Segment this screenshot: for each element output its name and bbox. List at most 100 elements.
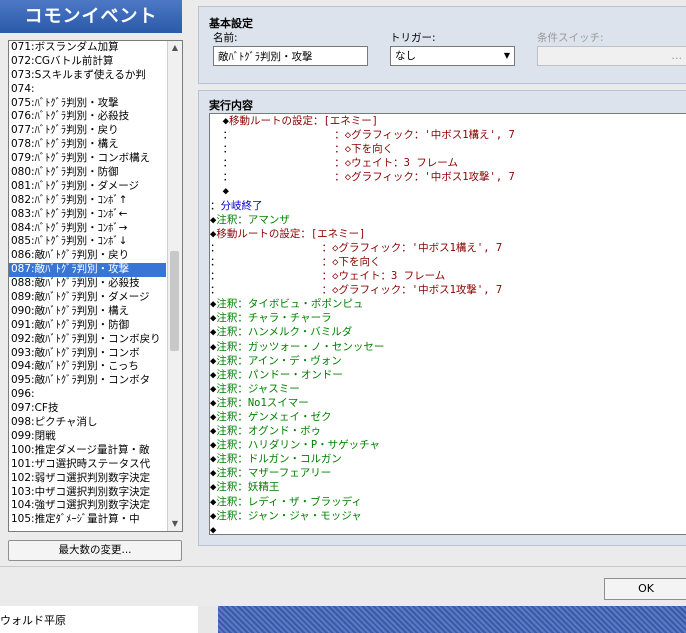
list-item[interactable]: 077:ﾊﾞﾄｸﾞﾗ判別・戻り	[9, 124, 166, 138]
command-line[interactable]: ◆注釈：ガッツォー・ノ・センッセー	[210, 340, 686, 354]
command-line[interactable]: ◆注釈：レディ・ザ・ブラッディ	[210, 495, 686, 509]
command-text: ：◇下を向く	[220, 255, 381, 268]
list-item[interactable]: 100:推定ダメージ量計算・敵	[9, 444, 166, 458]
list-item[interactable]: 088:敵ﾊﾞﾄｸﾞﾗ判別・必殺技	[9, 277, 166, 291]
list-item[interactable]: 087:敵ﾊﾞﾄｸﾞﾗ判別・攻撃	[9, 263, 166, 278]
command-line[interactable]: ◆移動ルートの設定：[エネミー]	[210, 227, 686, 241]
command-text: 注釈：ジャスミー	[216, 382, 300, 395]
command-text: 注釈：ゲンメェイ・ゼク	[216, 410, 332, 423]
command-line[interactable]: ◆注釈：ゲンメェイ・ゼク	[210, 410, 686, 424]
execution-title: 実行内容	[209, 99, 253, 112]
list-item[interactable]: 102:弱ザコ選択判別数字決定	[9, 472, 166, 486]
command-line[interactable]: ◆注釈：チャラ・チャーラ	[210, 311, 686, 325]
command-line[interactable]: ◆注釈：アマンザ	[210, 213, 686, 227]
list-item[interactable]: 091:敵ﾊﾞﾄｸﾞﾗ判別・防御	[9, 319, 166, 333]
list-item[interactable]: 101:ザコ選択時ステータス代	[9, 458, 166, 472]
list-item[interactable]: 076:ﾊﾞﾄｸﾞﾗ判別・必殺技	[9, 110, 166, 124]
list-item[interactable]: 104:強ザコ選択判別数字決定	[9, 499, 166, 513]
command-line[interactable]: ◆注釈：オグンド・ボゥ	[210, 424, 686, 438]
command-text: 注釈：ガッツォー・ノ・センッセー	[216, 340, 385, 353]
switch-button-label: ...	[671, 49, 683, 62]
list-item[interactable]: 081:ﾊﾞﾄｸﾞﾗ判別・ダメージ	[9, 180, 166, 194]
command-line[interactable]: ◆注釈：パンドー・オンドー	[210, 368, 686, 382]
command-line[interactable]: ： ：◇ウェイト：3 フレーム	[210, 156, 686, 170]
list-item[interactable]: 082:ﾊﾞﾄｸﾞﾗ判別・ｺﾝﾎﾞ↑	[9, 194, 166, 208]
command-line[interactable]: ◆注釈：ドルガン・コルガン	[210, 452, 686, 466]
command-line[interactable]: ◆	[210, 523, 686, 534]
command-line[interactable]: ◆注釈：妖精王	[210, 480, 686, 494]
trigger-value: なし	[395, 50, 416, 62]
command-line[interactable]: ： ：◇ウェイト：3 フレーム	[210, 269, 686, 283]
command-line[interactable]: ◆注釈：タイボビュ・ポポンピュ	[210, 297, 686, 311]
command-line[interactable]: ： ：◇グラフィック：'中ボス1構え', 7	[210, 128, 686, 142]
command-indent: ：	[210, 241, 221, 254]
command-line[interactable]: ◆注釈：マザーフェアリー	[210, 466, 686, 480]
chevron-down-icon[interactable]: ▼	[168, 517, 182, 531]
trigger-select[interactable]: なし ▼	[390, 46, 515, 66]
event-list-scrollbar[interactable]: ▲ ▼	[167, 41, 182, 531]
command-line[interactable]: ◆注釈：No1スイマー	[210, 396, 686, 410]
list-item[interactable]: 105:推定ﾀﾞﾒｰｼﾞ量計算・中	[9, 513, 166, 527]
event-list[interactable]: 071:ボスランダム加算 072:CGバトル前計算 073:Sスキルまず使えるか判 0…	[8, 40, 183, 532]
list-item[interactable]: 084:ﾊﾞﾄｸﾞﾗ判別・ｺﾝﾎﾞ→	[9, 222, 166, 236]
command-line[interactable]: ◆注釈：ジャン・ジャ・モッジャ	[210, 509, 686, 523]
command-indent	[210, 115, 223, 127]
command-text: 注釈：ハンメルク・バミルダ	[216, 326, 353, 339]
list-item[interactable]: 071:ボスランダム加算	[9, 41, 166, 55]
command-line[interactable]: ◆注釈：ジャスミー	[210, 382, 686, 396]
command-line[interactable]: ： ：◇下を向く	[210, 142, 686, 156]
command-indent: ：	[210, 255, 221, 268]
command-text: 注釈：パンドー・オンドー	[216, 368, 343, 381]
list-item[interactable]: 092:敵ﾊﾞﾄｸﾞﾗ判別・コンボ戻り	[9, 333, 166, 347]
list-item[interactable]: 090:敵ﾊﾞﾄｸﾞﾗ判別・構え	[9, 305, 166, 319]
max-count-button[interactable]: 最大数の変更...	[8, 540, 182, 561]
list-item[interactable]: 085:ﾊﾞﾄｸﾞﾗ判別・ｺﾝﾎﾞ↓	[9, 235, 166, 249]
list-item[interactable]: 078:ﾊﾞﾄｸﾞﾗ判別・構え	[9, 138, 166, 152]
list-item[interactable]: 089:敵ﾊﾞﾄｸﾞﾗ判別・ダメージ	[9, 291, 166, 305]
command-line[interactable]: ： ：◇下を向く	[210, 255, 686, 269]
map-canvas[interactable]	[218, 606, 686, 633]
list-item[interactable]: 073:Sスキルまず使えるか判	[9, 69, 166, 83]
command-text: ：◇下を向く	[233, 143, 394, 156]
command-line[interactable]: ◆注釈：ハリダリン・P・サゲッチャ	[210, 438, 686, 452]
command-line[interactable]: ◆注釈：アイン・デ・ヴォン	[210, 354, 686, 368]
command-text: 移動ルートの設定：[エネミー]	[216, 227, 366, 240]
basic-settings-title: 基本設定	[209, 17, 253, 30]
list-item[interactable]: 086:敵ﾊﾞﾄｸﾞﾗ判別・戻り	[9, 249, 166, 263]
list-item[interactable]: 075:ﾊﾞﾄｸﾞﾗ判別・攻撃	[9, 97, 166, 111]
command-text: ：◇ウェイト：3 フレーム	[233, 157, 458, 170]
event-editor: 基本設定 名前: 敵ﾊﾞﾄｸﾞﾗ判別・攻撃 トリガー: なし ▼ 条件スイッチ:…	[198, 6, 686, 546]
list-item[interactable]: 079:ﾊﾞﾄｸﾞﾗ判別・コンボ構え	[9, 152, 166, 166]
command-list[interactable]: ◆移動ルートの設定：[エネミー] ： ：◇グラフィック：'中ボス1構え', 7 …	[209, 113, 686, 535]
list-item[interactable]: 098:ピクチャ消し	[9, 416, 166, 430]
list-item[interactable]: 103:中ザコ選択判別数字決定	[9, 486, 166, 500]
command-line[interactable]: ：分岐終了	[210, 199, 686, 213]
command-line[interactable]: ： ：◇グラフィック：'中ボス1構え', 7	[210, 241, 686, 255]
list-item[interactable]: 074:	[9, 83, 166, 97]
command-text: 注釈：アマンザ	[216, 213, 290, 226]
command-text: 分岐終了	[220, 199, 263, 212]
chevron-up-icon[interactable]: ▲	[168, 41, 182, 55]
list-item[interactable]: 083:ﾊﾞﾄｸﾞﾗ判別・ｺﾝﾎﾞ←	[9, 208, 166, 222]
command-marker: ◆	[222, 185, 229, 198]
list-item[interactable]: 095:敵ﾊﾞﾄｸﾞﾗ判別・コンボタ	[9, 374, 166, 388]
list-item[interactable]: 094:敵ﾊﾞﾄｸﾞﾗ判別・こっち	[9, 360, 166, 374]
command-line[interactable]: ： ：◇グラフィック：'中ボス1攻撃', 7	[210, 283, 686, 297]
command-line[interactable]: ： ：◇グラフィック：'中ボス1攻撃', 7	[210, 170, 686, 184]
command-text: 注釈：チャラ・チャーラ	[216, 312, 332, 325]
command-line[interactable]: ◆	[210, 184, 686, 198]
list-item[interactable]: 072:CGバトル前計算	[9, 55, 166, 69]
command-line[interactable]: ◆注釈：ハンメルク・バミルダ	[210, 325, 686, 339]
list-item[interactable]: 097:CF技	[9, 402, 166, 416]
scroll-thumb[interactable]	[170, 251, 179, 351]
list-item[interactable]: 099:閉戦	[9, 430, 166, 444]
list-item[interactable]: 096:	[9, 388, 166, 402]
command-text: 注釈：オグンド・ボゥ	[216, 425, 322, 438]
list-item[interactable]: 093:敵ﾊﾞﾄｸﾞﾗ判別・コンボ	[9, 347, 166, 361]
command-text: ：◇グラフィック：'中ボス1構え', 7	[233, 129, 515, 142]
ok-button[interactable]: OK	[604, 578, 686, 600]
list-item[interactable]: 080:ﾊﾞﾄｸﾞﾗ判別・防御	[9, 166, 166, 180]
name-input[interactable]: 敵ﾊﾞﾄｸﾞﾗ判別・攻撃	[213, 46, 368, 66]
command-line[interactable]: ◆移動ルートの設定：[エネミー]	[210, 114, 686, 128]
map-name[interactable]: ウォルド平原	[0, 612, 66, 628]
